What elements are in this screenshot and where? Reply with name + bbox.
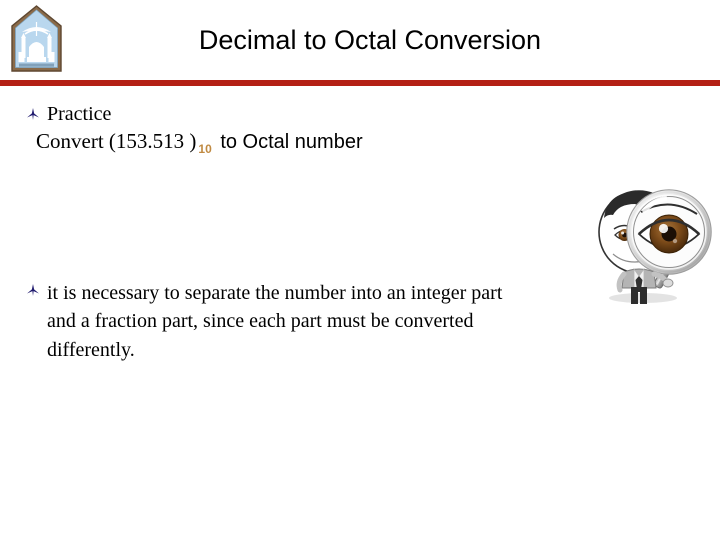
page-title: Decimal to Octal Conversion (198, 25, 542, 55)
bullet-item-separate: it is necessary to separate the number i… (26, 279, 526, 364)
slide-body: Practice Convert (153.513 ) 10 to Octal n… (0, 86, 720, 540)
bullet-label-separate: it is necessary to separate the number i… (47, 282, 503, 361)
slide-canvas: Decimal to Octal Conversion Practice Con… (0, 0, 720, 540)
slide-header: Decimal to Octal Conversion (0, 0, 720, 86)
convert-expression-line: Convert (153.513 ) 10 to Octal number (36, 129, 636, 156)
bullet-item-practice: Practice (26, 103, 586, 125)
convert-suffix-text: to Octal number (214, 131, 363, 153)
bullet-label-practice: Practice (47, 103, 112, 125)
arrow-bullet-icon (26, 103, 47, 121)
convert-radix-subscript: 10 (198, 142, 212, 156)
man-with-magnifying-glass-image (583, 182, 716, 308)
arrow-bullet-icon (26, 279, 47, 297)
convert-prefix-text: Convert (153.513 ) (36, 129, 197, 153)
university-shield-emblem (7, 3, 66, 77)
